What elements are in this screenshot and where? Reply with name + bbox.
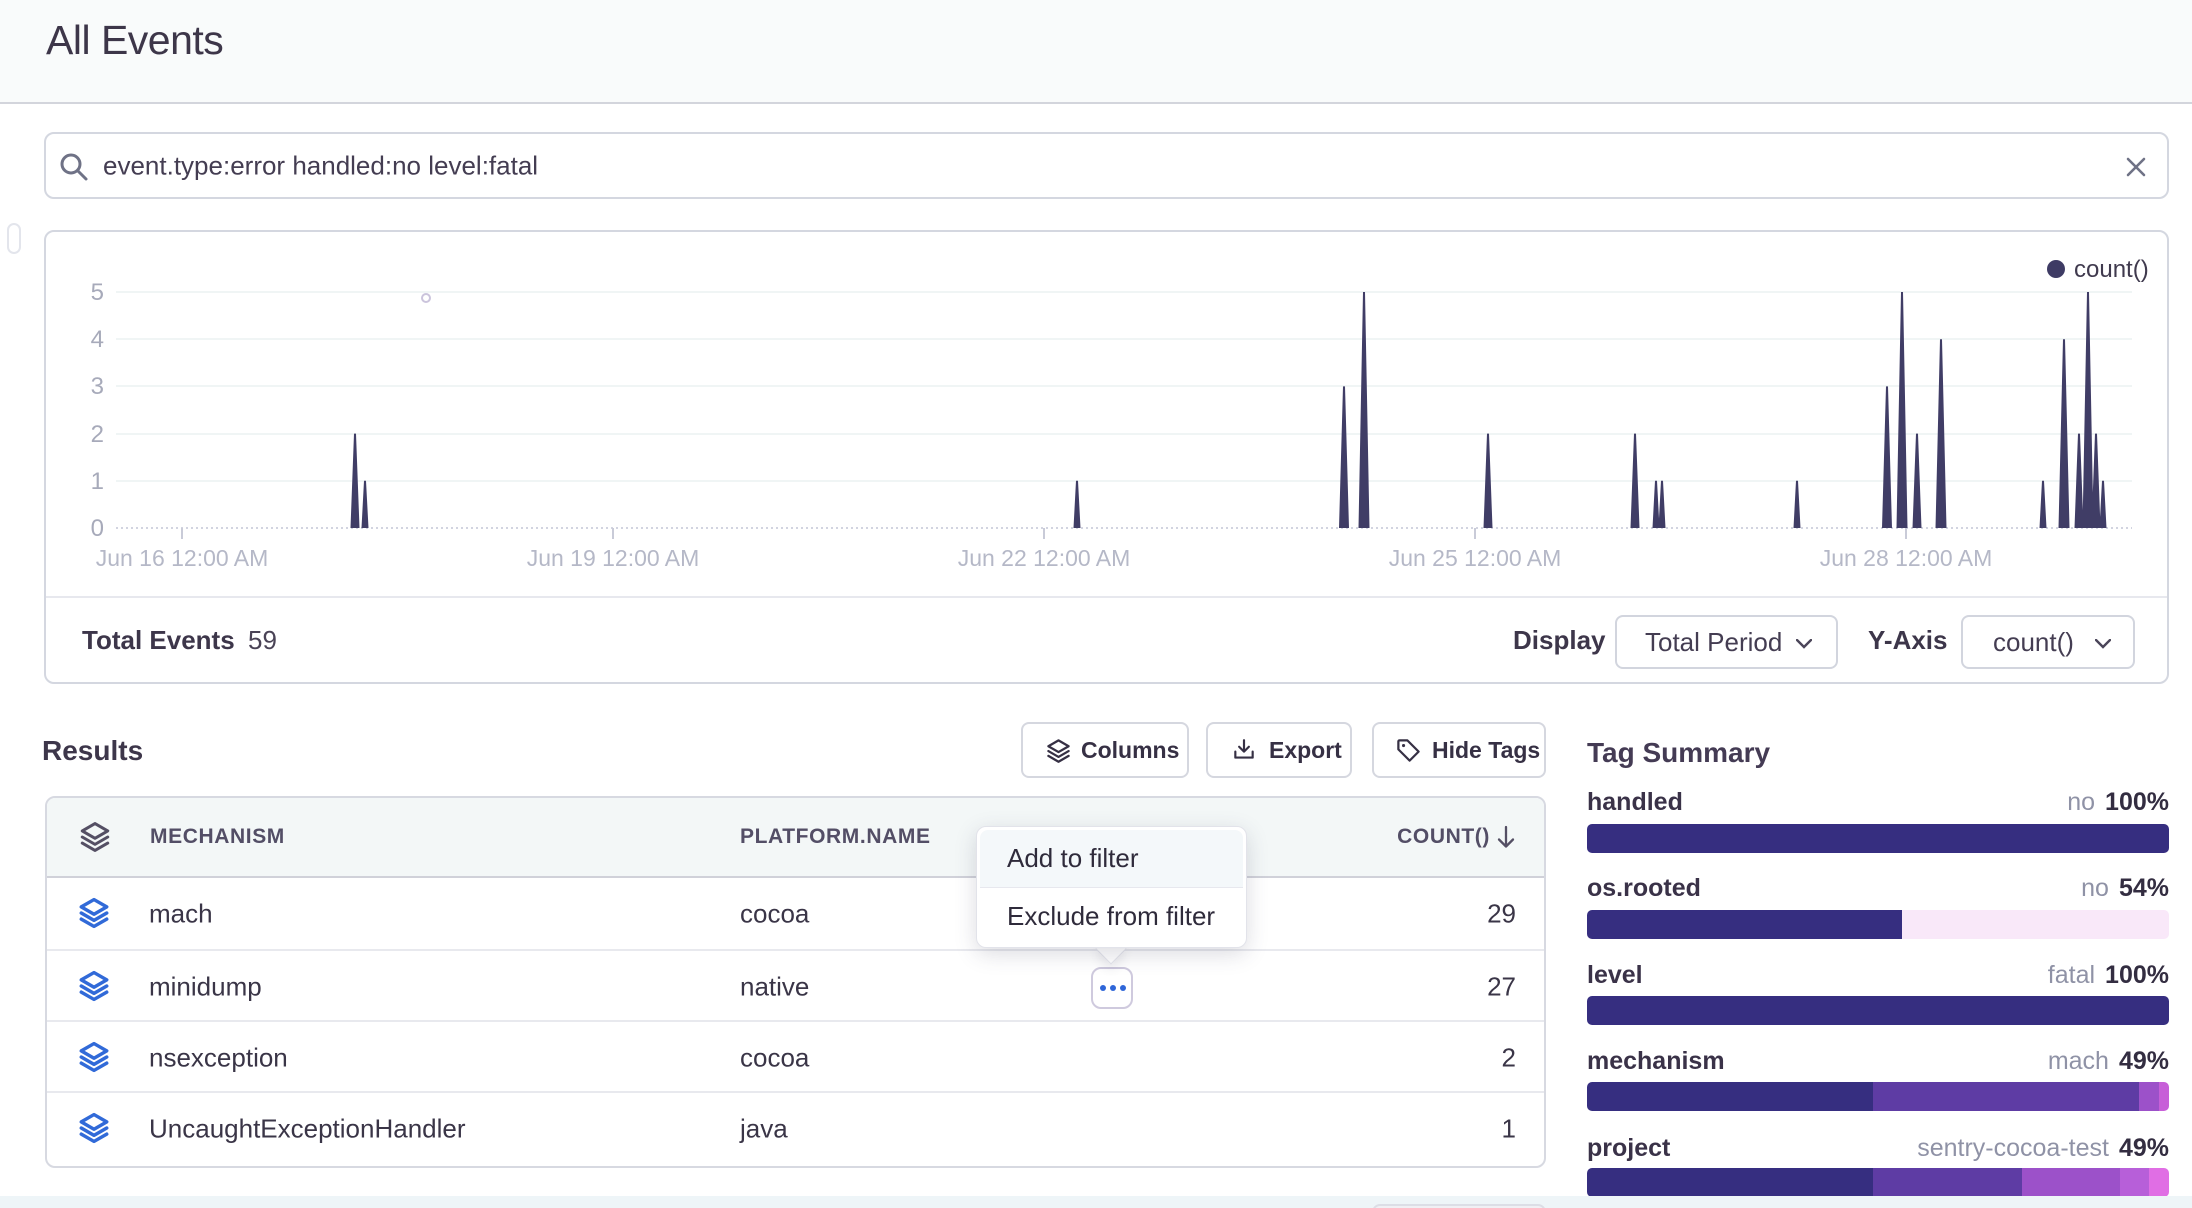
svg-text:Jun 25 12:00 AM: Jun 25 12:00 AM	[1389, 545, 1562, 571]
svg-text:Jun 28 12:00 AM: Jun 28 12:00 AM	[1820, 545, 1993, 571]
svg-text:1: 1	[91, 468, 104, 495]
svg-text:Jun 19 12:00 AM: Jun 19 12:00 AM	[527, 545, 700, 571]
svg-text:4: 4	[91, 326, 104, 353]
svg-text:5: 5	[91, 279, 104, 306]
svg-text:3: 3	[91, 373, 104, 400]
svg-text:Jun 16 12:00 AM: Jun 16 12:00 AM	[96, 545, 269, 571]
svg-text:Jun 22 12:00 AM: Jun 22 12:00 AM	[958, 545, 1131, 571]
svg-text:count(): count()	[2074, 256, 2149, 283]
svg-text:0: 0	[91, 515, 104, 542]
svg-text:2: 2	[91, 421, 104, 448]
